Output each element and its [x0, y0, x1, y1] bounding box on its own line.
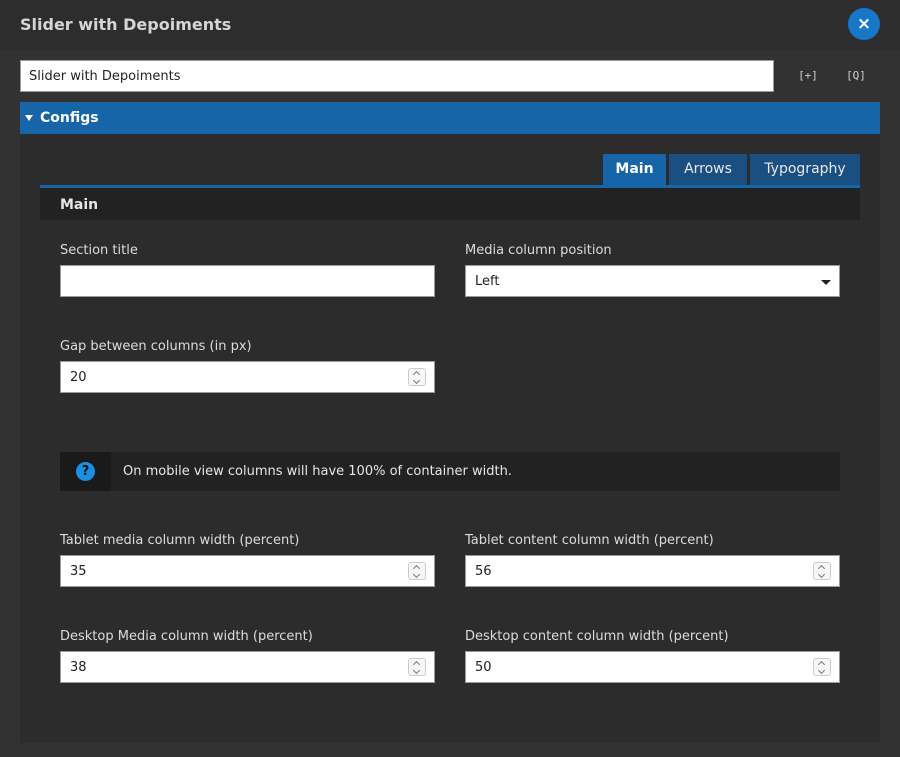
- configs-accordion-header[interactable]: Configs: [20, 102, 880, 134]
- spinner-icon[interactable]: [408, 562, 426, 580]
- configs-label: Configs: [40, 110, 99, 126]
- tab-arrows[interactable]: Arrows: [669, 154, 747, 185]
- desktop-content-label: Desktop content column width (percent): [465, 629, 729, 644]
- tab-bar: Main Arrows Typography: [40, 154, 860, 188]
- tab-main[interactable]: Main: [603, 154, 666, 185]
- question-icon: ?: [76, 462, 95, 481]
- title-bar: Slider with Depoiments: [0, 0, 900, 50]
- dropdown-caret-icon: [821, 280, 831, 285]
- section-title-label: Section title: [60, 243, 138, 258]
- info-notice: ? On mobile view columns will have 100% …: [60, 452, 840, 491]
- tab-typography[interactable]: Typography: [750, 154, 860, 185]
- tablet-content-input[interactable]: 56: [465, 555, 840, 587]
- info-text: On mobile view columns will have 100% of…: [123, 464, 512, 479]
- tablet-media-input[interactable]: 35: [60, 555, 435, 587]
- tablet-media-label: Tablet media column width (percent): [60, 533, 300, 548]
- desktop-media-label: Desktop Media column width (percent): [60, 629, 313, 644]
- section-title: Main: [60, 197, 99, 213]
- close-icon[interactable]: ×: [848, 8, 880, 40]
- desktop-content-input[interactable]: 50: [465, 651, 840, 683]
- desktop-media-value: 38: [70, 660, 87, 675]
- gap-value: 20: [70, 370, 87, 385]
- spinner-icon[interactable]: [813, 658, 831, 676]
- desktop-media-input[interactable]: 38: [60, 651, 435, 683]
- search-icon[interactable]: [Q]: [844, 66, 868, 86]
- element-name-input[interactable]: [20, 60, 774, 92]
- media-position-label: Media column position: [465, 243, 612, 258]
- section-title-input[interactable]: [60, 265, 435, 297]
- window-title: Slider with Depoiments: [20, 15, 232, 34]
- media-position-value: Left: [475, 274, 500, 289]
- desktop-content-value: 50: [475, 660, 492, 675]
- gap-label: Gap between columns (in px): [60, 339, 252, 354]
- spinner-icon[interactable]: [408, 658, 426, 676]
- media-position-select[interactable]: Left: [465, 265, 840, 297]
- section-header: Main: [40, 188, 860, 220]
- caret-down-icon: [25, 115, 33, 121]
- tablet-content-value: 56: [475, 564, 492, 579]
- info-icon-wrap: ?: [60, 452, 111, 491]
- tablet-content-label: Tablet content column width (percent): [465, 533, 714, 548]
- spinner-icon[interactable]: [813, 562, 831, 580]
- spinner-icon[interactable]: [408, 368, 426, 386]
- expand-all-icon[interactable]: [+]: [796, 66, 820, 86]
- gap-input[interactable]: 20: [60, 361, 435, 393]
- tablet-media-value: 35: [70, 564, 87, 579]
